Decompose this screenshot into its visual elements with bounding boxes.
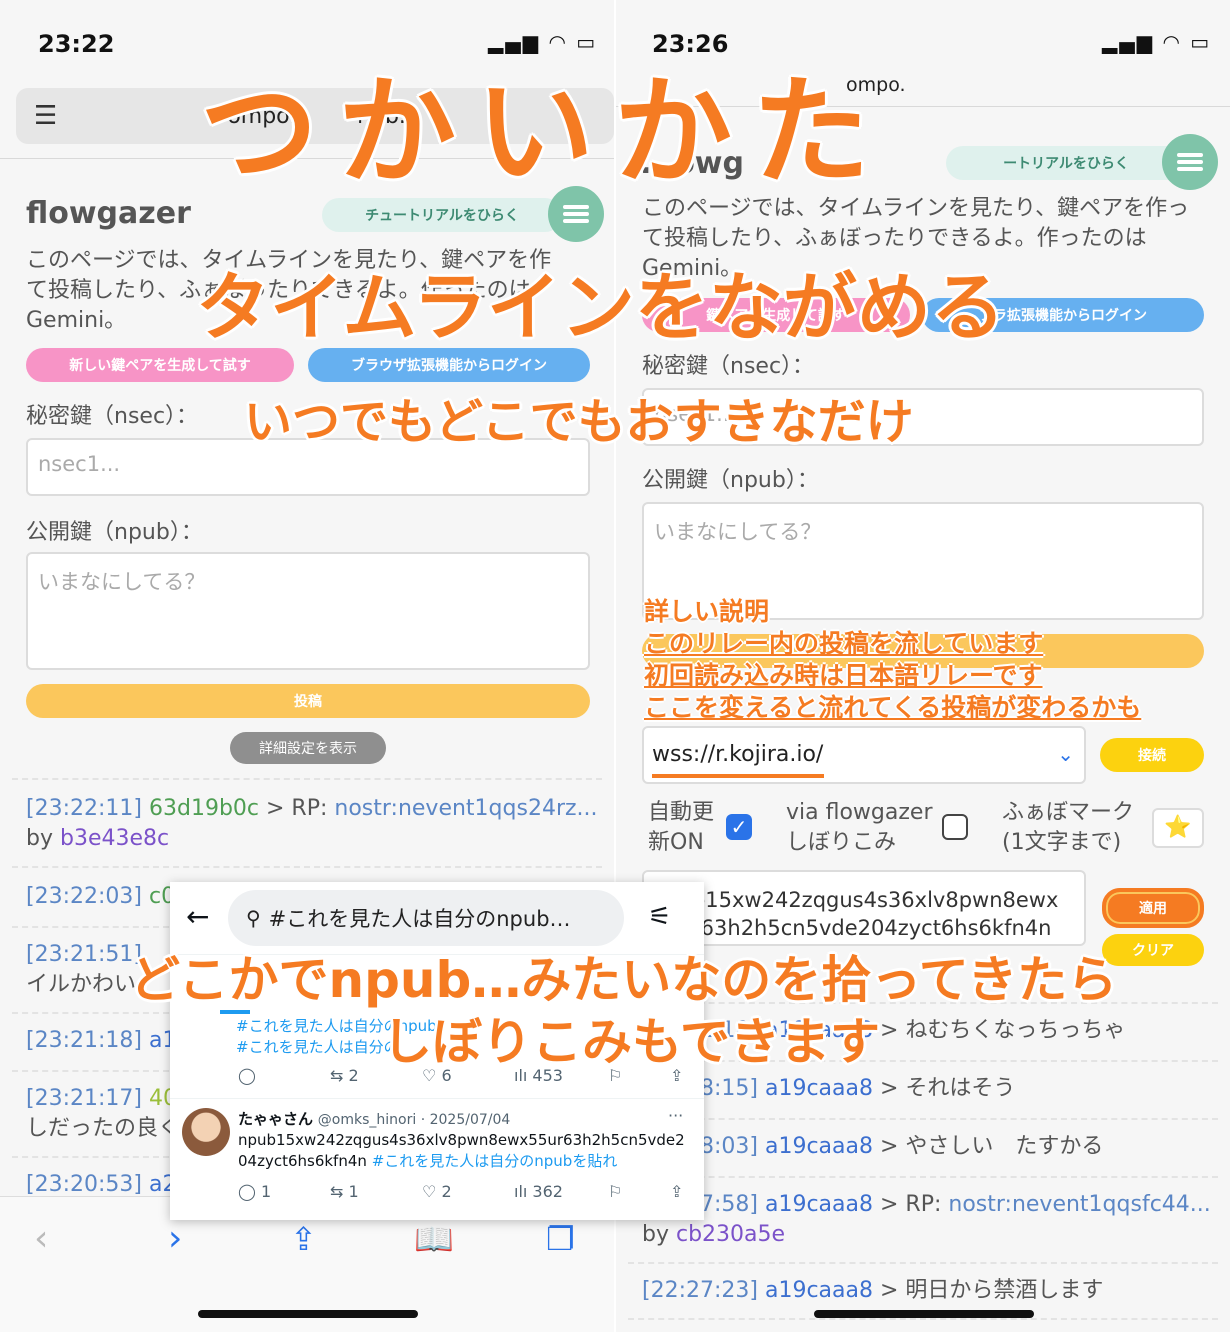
details-button[interactable]: 詳細設定を表示	[230, 732, 386, 764]
timeline-item[interactable]: [23:21:17] 40 しだったの良く	[26, 1084, 180, 1144]
status-icons: ▂▄▆ ◠ ▭	[1102, 30, 1212, 54]
via-filter-checkbox[interactable]	[942, 814, 968, 840]
timeline-item[interactable]: [22:28:03] a19caaa8 > やさしい たすかる	[642, 1132, 1222, 1162]
retweet-count[interactable]: ⇆ 2	[330, 1066, 359, 1085]
relay-select[interactable]: wss://r.kojira.io/ ⌄	[642, 726, 1086, 784]
divider	[628, 1262, 1218, 1264]
menu-button[interactable]	[1162, 134, 1218, 190]
tabs-icon[interactable]: ☰	[34, 101, 57, 131]
npub-label: 公開鍵（npub）：	[26, 520, 203, 545]
fav-mark-label: ふぁぼマーク (1文字まで)	[1002, 800, 1135, 855]
chevron-down-icon: ⌄	[1057, 742, 1074, 766]
overlay-tagline: いつでもどこでもおすきなだけ	[244, 394, 914, 450]
fav-mark-input[interactable]: ⭐	[1152, 808, 1204, 848]
like-count[interactable]: ♡ 2	[422, 1182, 452, 1201]
app-title: flowgazer	[26, 196, 191, 231]
divider	[12, 778, 602, 780]
post-textarea[interactable]: いまなにしてる？	[26, 552, 590, 670]
view-count[interactable]: ılı 362	[514, 1182, 563, 1201]
auto-update-checkbox[interactable]: ✓	[726, 814, 752, 840]
divider	[12, 866, 602, 868]
timeline-item[interactable]: [23:22:03] c0	[26, 882, 175, 912]
auto-update-label: 自動更 新ON	[648, 800, 715, 855]
via-filter-label: via flowgazer しぼりこみ	[786, 800, 933, 855]
x-search-input[interactable]: ⚲ #これを見た人は自分のnpub…	[228, 890, 624, 946]
post-button[interactable]: 投稿	[26, 684, 590, 718]
filter-icon[interactable]: ⚟	[648, 902, 671, 932]
timeline-item[interactable]: [22:27:58] a19caaa8 > RP: nostr:nevent1q…	[642, 1190, 1222, 1250]
npub-label: 公開鍵（npub）：	[642, 468, 819, 493]
timeline-item[interactable]: [23:22:11] 63d19b0c > RP: nostr:nevent1q…	[26, 794, 606, 854]
timeline-item[interactable]: [22:28:15] a19caaa8 > それはそう	[642, 1074, 1222, 1104]
relay-value: wss://r.kojira.io/	[652, 742, 824, 767]
avatar[interactable]	[182, 1108, 230, 1156]
home-indicator	[198, 1310, 418, 1318]
overlay-title: つかいかた	[200, 63, 891, 201]
overlay-subtitle: タイムラインをながめる	[196, 265, 1005, 351]
reply-count[interactable]: ◯ 1	[238, 1182, 271, 1201]
home-indicator	[814, 1310, 1034, 1318]
divider	[628, 1318, 1218, 1320]
retweet-count[interactable]: ⇆ 1	[330, 1182, 359, 1201]
tabs-icon[interactable]: ❐	[546, 1220, 575, 1258]
connect-button[interactable]: 接続	[1100, 738, 1204, 772]
back-arrow-icon[interactable]: ←	[186, 900, 209, 933]
tutorial-button[interactable]: ートリアルをひらく	[946, 146, 1186, 180]
apply-button[interactable]: 適用	[1102, 888, 1204, 928]
overlay-bottom-line2: しぼりこみもできます	[382, 1013, 880, 1071]
bookmarks-icon[interactable]: 📖	[414, 1220, 454, 1258]
search-icon: ⚲	[246, 906, 261, 930]
bookmark-icon[interactable]: ⚐	[608, 1182, 622, 1201]
timeline-item[interactable]: [23:21:51] イルかわい	[26, 940, 142, 1000]
divider	[170, 1098, 704, 1099]
timeline-item[interactable]: [22:27:23] a19caaa8 > 明日から禁酒します	[642, 1276, 1222, 1306]
relay-note: 詳しい説明 このリレー内の投稿を流しています 初回読み込み時は日本語リレーです …	[644, 597, 1142, 722]
share-icon[interactable]: ⇪	[670, 1182, 683, 1201]
share-icon[interactable]: ⇪	[290, 1220, 317, 1258]
tweet-2-header: たゃゃさん @omks_hinori · 2025/07/04	[238, 1110, 511, 1128]
divider	[628, 1176, 1218, 1178]
tweet-2-text: npub15xw242zqgus4s36xlv8pwn8ewx55ur63h2h…	[238, 1131, 685, 1170]
relay-underline	[652, 774, 824, 778]
clear-button[interactable]: クリア	[1102, 934, 1204, 966]
filter-input[interactable]: npub15xw242zqgus4s36xlv8pwn8ewx 55ur63h2h…	[642, 870, 1086, 946]
forward-icon[interactable]: ›	[168, 1218, 182, 1259]
reply-icon[interactable]: ◯	[238, 1066, 256, 1085]
nsec-label: 秘密鍵（nsec）：	[26, 404, 199, 429]
timeline-item[interactable]: [23:21:18] a19	[26, 1026, 190, 1056]
back-icon[interactable]: ‹	[34, 1218, 48, 1259]
divider	[628, 1118, 1218, 1120]
status-time: 23:22	[38, 30, 115, 58]
more-icon[interactable]: ···	[668, 1106, 683, 1125]
